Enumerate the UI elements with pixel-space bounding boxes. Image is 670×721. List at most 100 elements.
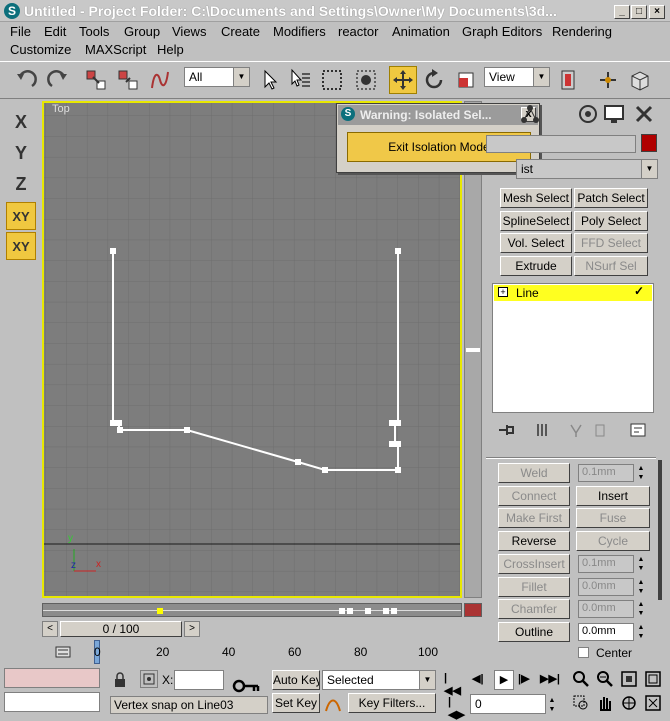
select-move-icon[interactable] — [389, 66, 417, 94]
play-icon[interactable]: ▶ — [494, 670, 514, 690]
insert-button[interactable]: Insert — [576, 486, 650, 506]
extrude-button[interactable]: Extrude — [500, 256, 572, 276]
track-bar[interactable] — [42, 603, 462, 617]
make-first-button[interactable]: Make First — [498, 508, 570, 528]
display-tab-icon[interactable] — [600, 100, 628, 128]
remove-modifier-icon[interactable] — [588, 418, 612, 442]
bind-space-warp-icon[interactable] — [146, 66, 174, 94]
unlink-icon[interactable] — [114, 66, 142, 94]
app-icon[interactable]: S — [4, 3, 20, 19]
menu-customize[interactable]: Customize — [10, 42, 71, 57]
close-button[interactable]: × — [649, 5, 665, 19]
menu-animation[interactable]: Animation — [392, 24, 450, 39]
maximize-viewport-icon[interactable] — [644, 694, 662, 712]
keyframe-marker[interactable] — [391, 608, 397, 614]
minimize-button[interactable]: _ — [614, 5, 630, 19]
frame-spinner[interactable]: ▲ ▼ — [547, 696, 557, 714]
zoom-all-icon[interactable] — [596, 670, 614, 688]
fuse-button[interactable]: Fuse — [576, 508, 650, 528]
menu-help[interactable]: Help — [157, 42, 184, 57]
key-filters-button[interactable]: Key Filters... — [348, 693, 436, 713]
select-scale-icon[interactable] — [452, 66, 480, 94]
key-icon[interactable] — [232, 678, 260, 694]
undo-icon[interactable] — [12, 66, 40, 94]
patch-select-button[interactable]: Patch Select — [574, 188, 648, 208]
track-bar-filter-icon[interactable] — [464, 603, 482, 617]
go-to-start-icon[interactable]: |◀◀ — [444, 672, 462, 697]
keyframe-marker[interactable] — [365, 608, 371, 614]
crossinsert-button[interactable]: CrossInsert — [498, 554, 570, 574]
default-tangent-icon[interactable] — [324, 695, 342, 713]
panel-scrollbar[interactable] — [658, 460, 662, 600]
mini-curve-editor-icon[interactable] — [50, 642, 80, 664]
axis-xy-button[interactable]: XY — [6, 202, 36, 230]
connect-button[interactable]: Connect — [498, 486, 570, 506]
outline-spinner[interactable]: ▲ ▼ — [636, 623, 646, 641]
crossinsert-field[interactable]: 0.1mm — [578, 555, 634, 573]
snap-toggle-icon[interactable] — [626, 66, 654, 94]
top-viewport[interactable]: Top y z x — [42, 101, 462, 598]
absolute-mode-icon[interactable] — [140, 670, 158, 688]
fillet-spinner[interactable]: ▲ ▼ — [636, 578, 646, 596]
maxscript-listener-field[interactable] — [4, 668, 100, 688]
menu-tools[interactable]: Tools — [79, 24, 109, 39]
axis-y-button[interactable]: Y — [6, 139, 36, 167]
menu-reactor[interactable]: reactor — [338, 24, 378, 39]
chamfer-spinner[interactable]: ▲ ▼ — [636, 600, 646, 618]
poly-select-button[interactable]: Poly Select — [574, 211, 648, 231]
menu-rendering[interactable]: Rendering — [552, 24, 612, 39]
menu-views[interactable]: Views — [172, 24, 206, 39]
ffd-select-button[interactable]: FFD Select — [574, 233, 648, 253]
viewport-scrollbar[interactable] — [464, 101, 482, 598]
auto-key-button[interactable]: Auto Key — [272, 670, 320, 690]
reverse-button[interactable]: Reverse — [498, 531, 570, 551]
chamfer-button[interactable]: Chamfer — [498, 599, 570, 619]
menu-group[interactable]: Group — [124, 24, 160, 39]
pivot-center-icon[interactable] — [554, 66, 582, 94]
time-slider[interactable]: < 0 / 100 > — [42, 621, 202, 637]
center-checkbox[interactable] — [578, 647, 589, 658]
selection-filter-dropdown[interactable]: All ▼ — [184, 67, 250, 87]
previous-frame-icon[interactable]: ◀| — [472, 672, 490, 688]
nsurf-sel-button[interactable]: NSurf Sel — [574, 256, 648, 276]
expand-icon[interactable]: + — [498, 287, 508, 297]
zoom-icon[interactable] — [572, 670, 590, 688]
rectangular-selection-icon[interactable] — [318, 66, 346, 94]
checkmark-icon[interactable]: ✓ — [634, 284, 644, 298]
outline-button[interactable]: Outline — [498, 622, 570, 642]
arc-rotate-icon[interactable] — [620, 694, 638, 712]
crossinsert-spinner[interactable]: ▲ ▼ — [636, 555, 646, 573]
keyframe-marker[interactable] — [157, 608, 163, 614]
fillet-field[interactable]: 0.0mm — [578, 578, 634, 596]
zoom-extents-all-icon[interactable] — [644, 670, 662, 688]
set-key-button[interactable]: Set Key — [272, 693, 320, 713]
maximize-button[interactable]: □ — [631, 5, 647, 19]
motion-tab-icon[interactable] — [574, 100, 602, 128]
fillet-button[interactable]: Fillet — [498, 577, 570, 597]
key-mode-icon[interactable]: |◀▶ — [448, 696, 466, 721]
redo-icon[interactable] — [44, 66, 72, 94]
utilities-tab-icon[interactable] — [630, 100, 658, 128]
make-unique-icon[interactable] — [564, 418, 588, 442]
axis-z-button[interactable]: Z — [6, 170, 36, 198]
time-slider-thumb[interactable]: 0 / 100 — [60, 621, 182, 637]
window-crossing-icon[interactable] — [352, 66, 380, 94]
axis-x-button[interactable]: X — [6, 108, 36, 136]
weld-threshold-field[interactable]: 0.1mm — [578, 464, 634, 482]
object-name-field[interactable] — [486, 135, 636, 153]
menu-maxscript[interactable]: MAXScript — [85, 42, 146, 57]
menu-file[interactable]: File — [10, 24, 31, 39]
stack-item-line[interactable]: + Line ✓ — [494, 284, 652, 301]
zoom-extents-icon[interactable] — [620, 670, 638, 688]
menu-edit[interactable]: Edit — [44, 24, 66, 39]
next-frame-icon[interactable]: |▶ — [518, 672, 536, 688]
select-link-icon[interactable] — [82, 66, 110, 94]
reference-coordinate-dropdown[interactable]: View ▼ — [484, 67, 550, 87]
keyframe-marker[interactable] — [383, 608, 389, 614]
maxscript-input-field[interactable] — [4, 692, 100, 712]
select-manipulate-icon[interactable] — [594, 66, 622, 94]
select-rotate-icon[interactable] — [420, 66, 448, 94]
pan-icon[interactable] — [596, 694, 614, 712]
modifier-list-dropdown[interactable]: ist ▼ — [516, 159, 658, 179]
key-selection-set-dropdown[interactable]: Selected ▼ — [322, 670, 436, 690]
